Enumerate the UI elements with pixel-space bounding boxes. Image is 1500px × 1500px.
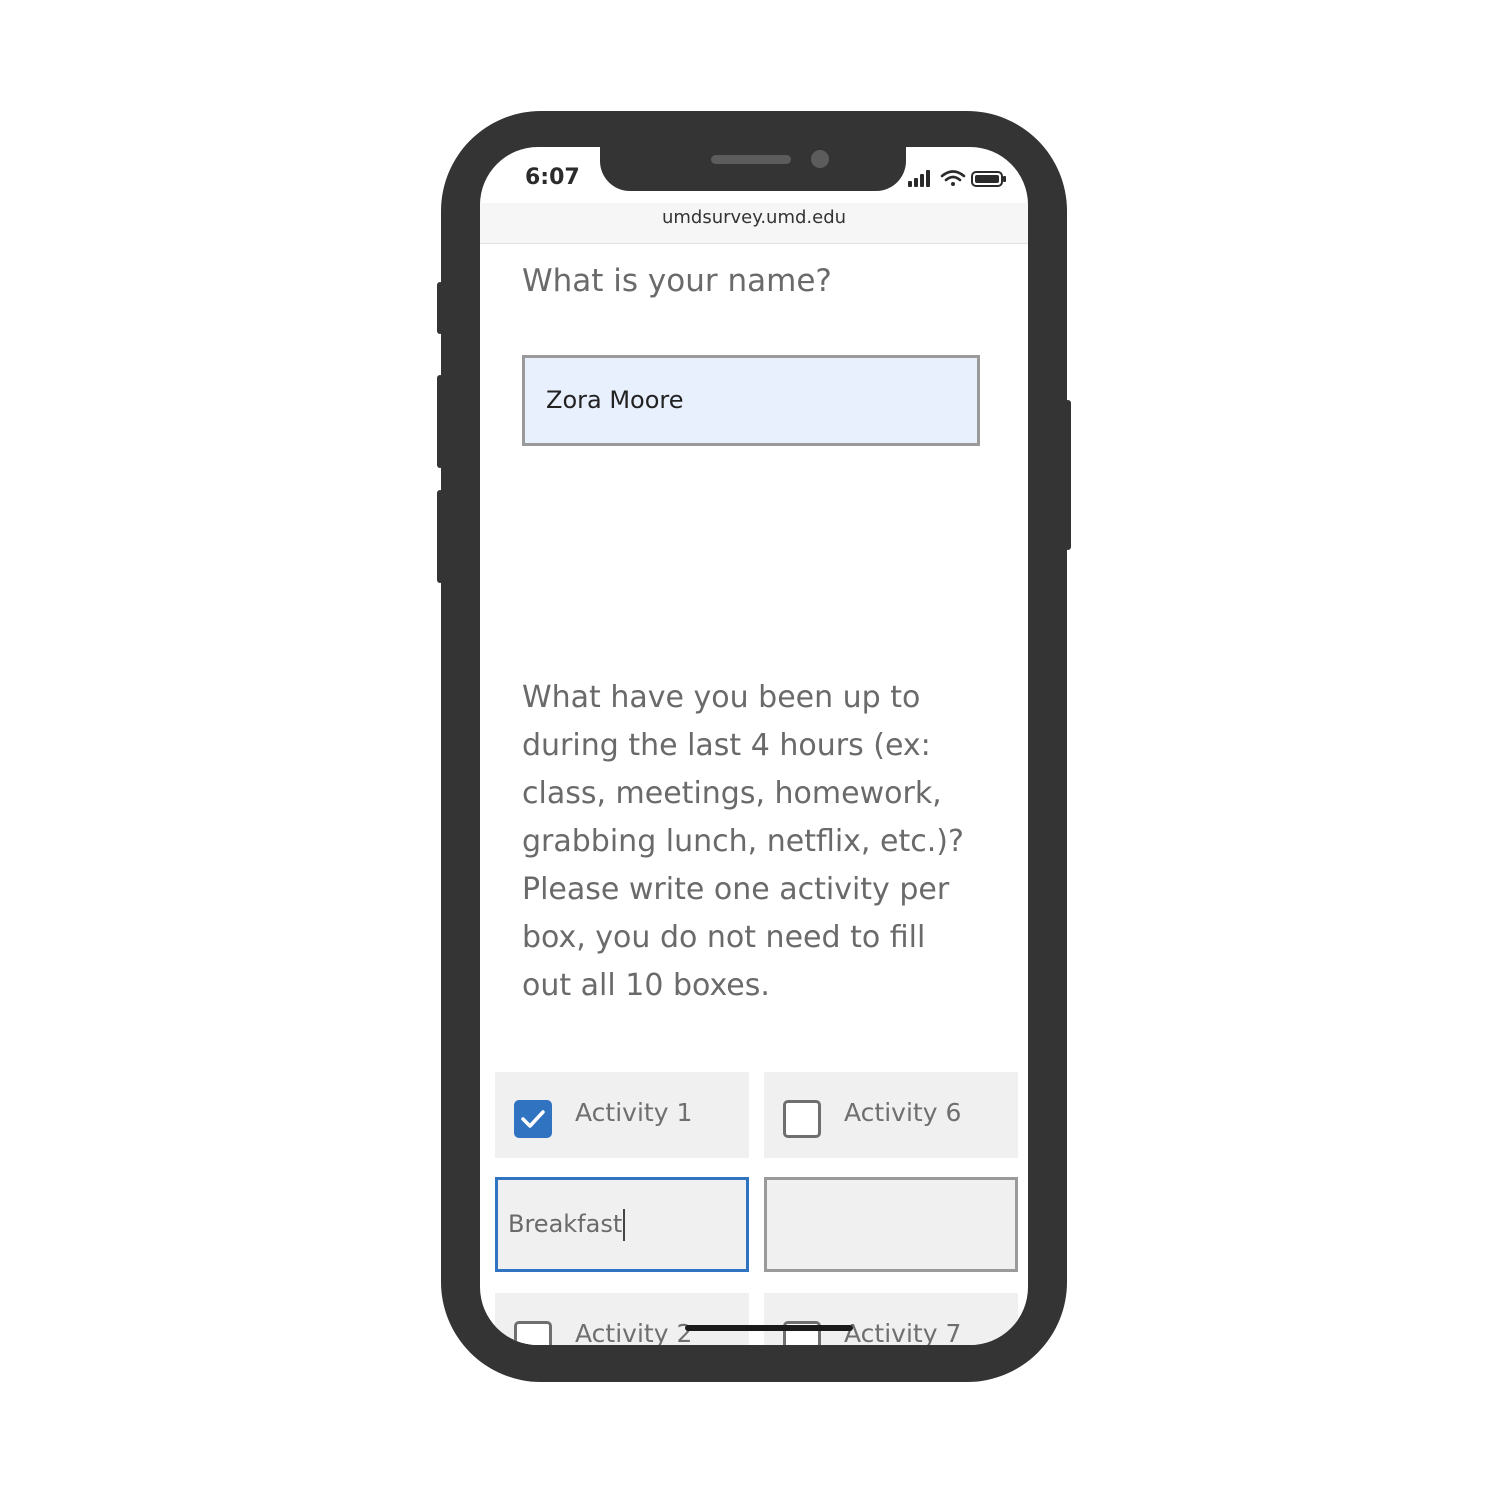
activity-7-header[interactable]: Activity 7	[764, 1293, 1018, 1345]
activity-2-checkbox[interactable]	[514, 1321, 552, 1345]
checkmark-icon	[521, 1110, 545, 1128]
activity-6-input[interactable]	[764, 1177, 1018, 1272]
question-line: Please write one activity per	[522, 872, 950, 907]
question-name-label: What is your name?	[522, 263, 832, 299]
front-camera	[811, 150, 829, 168]
battery-icon	[971, 171, 1006, 187]
question-line: box, you do not need to fill	[522, 920, 926, 955]
question-line: during the last 4 hours (ex:	[522, 728, 931, 763]
signal-icon	[908, 170, 930, 187]
activity-7-label: Activity 7	[844, 1319, 962, 1345]
phone-screen: 6:07 umdsurvey.umd.edu What is your name…	[480, 147, 1028, 1345]
activity-1-input[interactable]: Breakfast	[495, 1177, 749, 1272]
question-line: out all 10 boxes.	[522, 968, 770, 1003]
question-activities-text: What have you been up to during the last…	[522, 674, 992, 1010]
wifi-icon	[940, 170, 966, 186]
activity-1-checkbox[interactable]	[514, 1100, 552, 1138]
question-line: What have you been up to	[522, 680, 921, 715]
activity-6-header[interactable]: Activity 6	[764, 1072, 1018, 1158]
activity-1-header[interactable]: Activity 1	[495, 1072, 749, 1158]
activity-2-label: Activity 2	[575, 1319, 693, 1345]
activity-2-header[interactable]: Activity 2	[495, 1293, 749, 1345]
activity-6-checkbox[interactable]	[783, 1100, 821, 1138]
silent-switch	[437, 282, 443, 334]
text-cursor	[623, 1209, 626, 1241]
name-input[interactable]: Zora Moore	[522, 355, 980, 446]
notch	[600, 147, 906, 191]
home-indicator[interactable]	[685, 1325, 853, 1331]
question-line: class, meetings, homework,	[522, 776, 942, 811]
activity-1-label: Activity 1	[575, 1098, 693, 1127]
browser-url-bar[interactable]: umdsurvey.umd.edu	[480, 203, 1028, 244]
volume-down-button	[437, 490, 443, 583]
activity-6-label: Activity 6	[844, 1098, 962, 1127]
status-icons	[906, 167, 1016, 191]
status-time: 6:07	[525, 165, 580, 190]
volume-up-button	[437, 375, 443, 468]
question-line: grabbing lunch, netflix, etc.)?	[522, 824, 964, 859]
activity-1-input-value: Breakfast	[508, 1210, 623, 1238]
speaker-grille	[711, 155, 791, 164]
power-button	[1065, 400, 1071, 550]
